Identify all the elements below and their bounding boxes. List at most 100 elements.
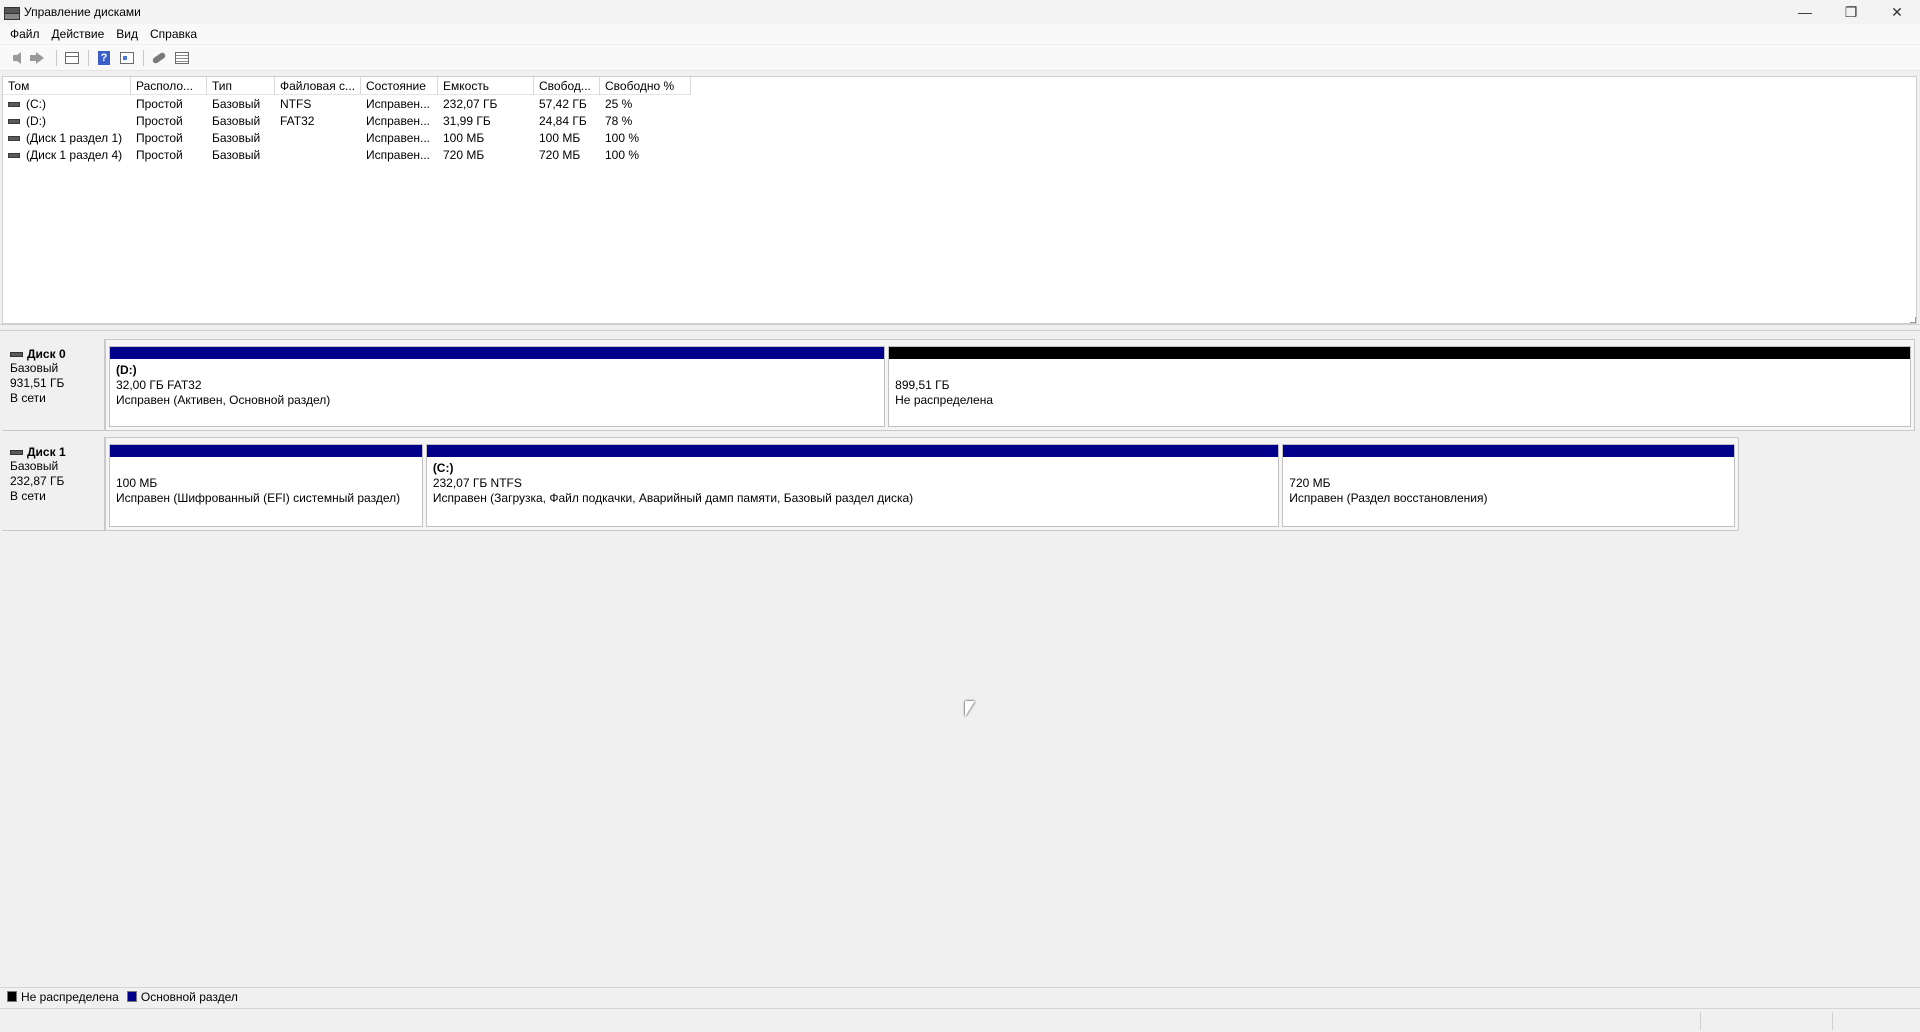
cell-status: Исправен...: [366, 114, 431, 128]
cell-type: Базовый: [212, 148, 261, 162]
menu-bar: Файл Действие Вид Справка: [0, 24, 1920, 44]
disk-partitions-0: (D:) 32,00 ГБ FAT32 Исправен (Активен, О…: [105, 339, 1915, 431]
column-header-type[interactable]: Тип: [207, 77, 275, 95]
pane-splitter[interactable]: [0, 324, 1920, 331]
partition-body: 899,51 ГБ Не распределена: [889, 359, 1910, 426]
volume-list[interactable]: Том Располо... Тип Файловая с... Состоян…: [2, 76, 1917, 324]
column-header-status[interactable]: Состояние: [361, 77, 438, 95]
help-icon: ?: [98, 50, 110, 65]
console-tree-button[interactable]: [61, 48, 83, 68]
menu-view[interactable]: Вид: [110, 24, 144, 44]
legend: Не распределена Основной раздел: [0, 987, 1920, 1005]
connect-icon: [151, 51, 167, 64]
menu-help[interactable]: Справка: [144, 24, 203, 44]
cell-type: Базовый: [212, 131, 261, 145]
disk-icon: [10, 351, 23, 357]
properties-icon: [120, 51, 134, 64]
partition-unallocated[interactable]: 899,51 ГБ Не распределена: [888, 346, 1911, 427]
volume-name: (Диск 1 раздел 1): [26, 131, 123, 145]
window-controls: — ❐ ✕: [1782, 0, 1920, 24]
disk-size: 232,87 ГБ: [10, 474, 65, 488]
volume-icon: [8, 153, 20, 158]
cell-volume: (Диск 1 раздел 4): [3, 147, 131, 164]
cell-status: Исправен...: [366, 131, 431, 145]
connect-button[interactable]: [148, 48, 170, 68]
partition-size: 232,07 ГБ NTFS: [432, 476, 522, 490]
legend-label-unallocated: Не распределена: [21, 989, 119, 1004]
forward-button[interactable]: [29, 48, 51, 68]
partition-d[interactable]: (D:) 32,00 ГБ FAT32 Исправен (Активен, О…: [109, 346, 886, 427]
column-header-volume[interactable]: Том: [3, 77, 131, 95]
disk-label-0[interactable]: Диск 0 Базовый 931,51 ГБ В сети: [2, 339, 105, 431]
cell-free-space: 720 МБ: [539, 148, 581, 162]
partition-status: Исправен (Шифрованный (EFI) системный ра…: [116, 491, 401, 505]
table-row[interactable]: (Диск 1 раздел 4) Простой Базовый Исправ…: [3, 147, 691, 164]
menu-action[interactable]: Действие: [46, 24, 111, 44]
partition-efi[interactable]: 100 МБ Исправен (Шифрованный (EFI) систе…: [109, 444, 423, 527]
volume-list-header: Том Располо... Тип Файловая с... Состоян…: [3, 77, 691, 95]
properties-button[interactable]: [116, 48, 138, 68]
disk-management-app-icon: [4, 6, 20, 20]
toolbar-separator: [143, 49, 144, 66]
partition-name: [116, 461, 416, 476]
partition-bar-primary: [426, 445, 1279, 457]
cell-free-percent: 25 %: [605, 97, 633, 111]
menu-file[interactable]: Файл: [4, 24, 46, 44]
cell-layout: Простой: [136, 97, 183, 111]
cell-status: Исправен...: [366, 97, 431, 111]
cell-layout: Простой: [136, 148, 183, 162]
cell-free-space: 100 МБ: [539, 131, 581, 145]
toolbar-separator: [56, 49, 57, 66]
status-separator: [1832, 1012, 1833, 1030]
column-header-capacity[interactable]: Емкость: [438, 77, 534, 95]
toolbar-separator: [88, 49, 89, 66]
cell-filesystem: NTFS: [280, 97, 312, 111]
status-separator: [1700, 1012, 1701, 1030]
partition-bar-primary: [110, 445, 422, 457]
partition-c[interactable]: (C:) 232,07 ГБ NTFS Исправен (Загрузка, …: [425, 444, 1280, 527]
list-view-button[interactable]: [171, 48, 193, 68]
table-row[interactable]: (Диск 1 раздел 1) Простой Базовый Исправ…: [3, 130, 691, 147]
help-button[interactable]: ?: [93, 48, 115, 68]
table-row[interactable]: (D:) Простой Базовый FAT32 Исправен... 3…: [3, 113, 691, 130]
disk-row-1: Диск 1 Базовый 232,87 ГБ В сети 100 МБ И…: [2, 437, 1739, 531]
partition-body: 720 МБ Исправен (Раздел восстановления): [1283, 457, 1734, 526]
close-button[interactable]: ✕: [1874, 0, 1920, 24]
console-tree-icon: [65, 51, 79, 64]
cell-filesystem: FAT32: [280, 114, 315, 128]
partition-status: Исправен (Активен, Основной раздел): [116, 393, 331, 407]
legend-swatch-unallocated: [7, 991, 17, 1002]
partition-body: 100 МБ Исправен (Шифрованный (EFI) систе…: [110, 457, 422, 526]
volume-name: (C:): [26, 97, 46, 111]
minimize-button[interactable]: —: [1782, 0, 1828, 24]
column-header-free-space[interactable]: Свобод...: [534, 77, 600, 95]
cell-capacity: 31,99 ГБ: [443, 114, 491, 128]
column-header-free-percent[interactable]: Свободно %: [600, 77, 691, 95]
disk-graphical-view: Диск 0 Базовый 931,51 ГБ В сети (D:) 32,…: [2, 333, 1917, 983]
partition-body: (D:) 32,00 ГБ FAT32 Исправен (Активен, О…: [110, 359, 884, 426]
cell-free-percent: 100 %: [605, 131, 640, 145]
cell-layout: Простой: [136, 114, 183, 128]
partition-name: (C:): [432, 461, 454, 475]
disk-status: В сети: [10, 391, 46, 405]
forward-icon: [30, 51, 44, 64]
resize-grip[interactable]: [1910, 317, 1916, 323]
partition-bar-primary: [110, 347, 885, 359]
cell-status: Исправен...: [366, 148, 431, 162]
partition-recovery[interactable]: 720 МБ Исправен (Раздел восстановления): [1282, 444, 1735, 527]
disk-partitions-1: 100 МБ Исправен (Шифрованный (EFI) систе…: [105, 437, 1739, 531]
table-row[interactable]: (C:) Простой Базовый NTFS Исправен... 23…: [3, 96, 691, 113]
column-header-layout[interactable]: Располо...: [131, 77, 207, 95]
back-button[interactable]: [6, 48, 28, 68]
column-header-filesystem[interactable]: Файловая с...: [275, 77, 361, 95]
mouse-cursor-icon: [965, 701, 975, 717]
partition-size: 100 МБ: [116, 476, 158, 490]
disk-label-1[interactable]: Диск 1 Базовый 232,87 ГБ В сети: [2, 437, 105, 531]
volume-name: (D:): [26, 114, 46, 128]
title-bar: Управление дисками — ❐ ✕: [0, 0, 1920, 24]
back-icon: [13, 51, 21, 64]
disk-name-text: Диск 1: [27, 445, 66, 459]
restore-button[interactable]: ❐: [1828, 0, 1874, 24]
cell-capacity: 232,07 ГБ: [443, 97, 498, 111]
partition-status: Исправен (Раздел восстановления): [1289, 491, 1488, 505]
